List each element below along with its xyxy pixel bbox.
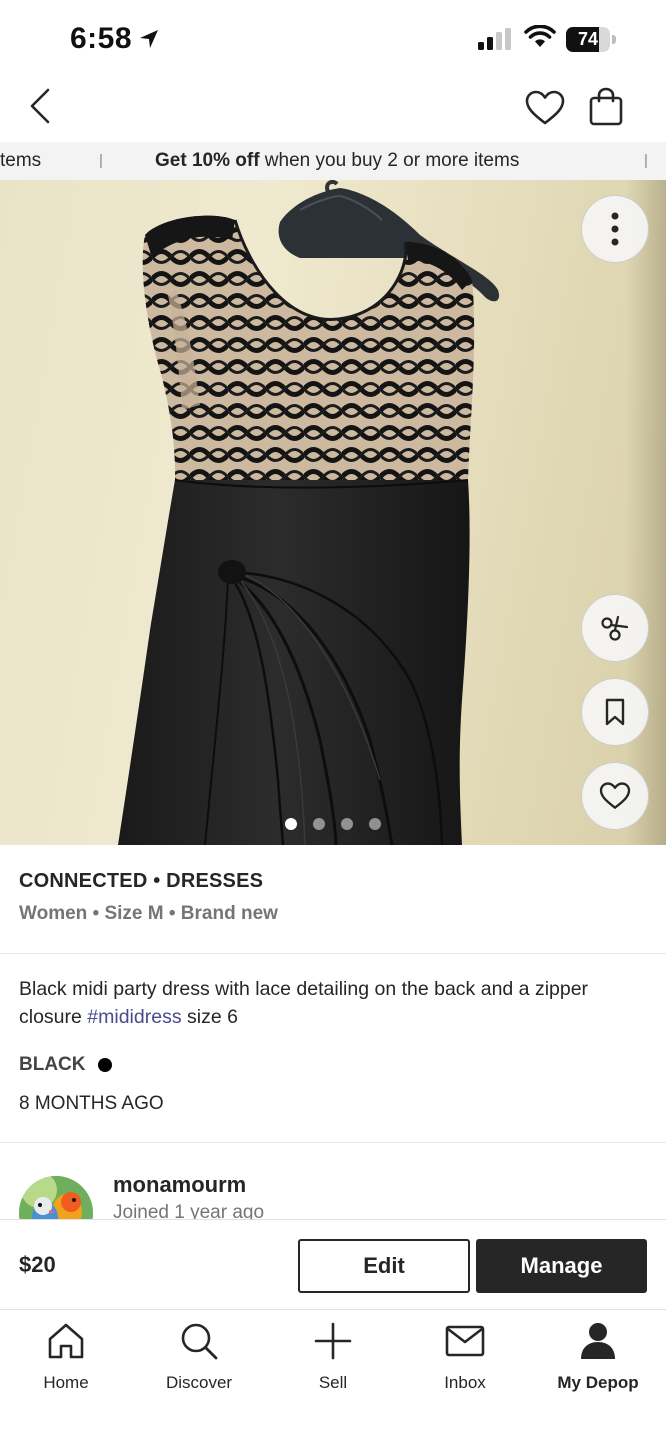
product-attributes: Women • Size M • Brand new — [19, 903, 278, 924]
seller-username[interactable]: monamourm — [113, 1172, 246, 1198]
tab-label: My Depop — [557, 1373, 639, 1392]
tab-discover[interactable]: Discover — [139, 1319, 259, 1393]
scissors-icon — [601, 615, 629, 641]
promo-separator: | — [99, 152, 103, 169]
divider — [0, 1142, 666, 1143]
parrots-avatar-image — [19, 1176, 93, 1220]
battery-indicator: 74 — [566, 27, 616, 52]
promo-previous-fragment: tems — [0, 150, 42, 171]
tab-my-depop[interactable]: My Depop — [538, 1319, 658, 1393]
tab-label: Sell — [318, 1373, 348, 1392]
location-arrow-icon — [140, 30, 158, 48]
seller-avatar[interactable] — [19, 1176, 93, 1220]
heart-icon — [525, 90, 565, 125]
shopping-bag-icon — [589, 87, 623, 126]
divider — [0, 953, 666, 954]
seller-joined: Joined 1 year ago — [113, 1202, 265, 1220]
promo-banner[interactable]: tems | Get 10% off when you buy 2 or mor… — [0, 142, 666, 180]
wifi-icon — [524, 25, 556, 47]
hashtag-link[interactable]: #mididress — [87, 1006, 181, 1028]
promo-highlight: Get 10% off — [155, 150, 260, 171]
save-item-button[interactable] — [581, 678, 649, 746]
tab-inbox[interactable]: Inbox — [405, 1319, 525, 1393]
pagination-dot[interactable] — [285, 818, 297, 830]
pagination-dot[interactable] — [341, 818, 353, 830]
purchase-bar: $20 Edit Manage — [0, 1219, 666, 1310]
price: $20 — [19, 1252, 56, 1277]
promo-rest: when you buy 2 or more items — [259, 150, 520, 171]
more-vertical-icon — [611, 212, 619, 246]
image-shadow — [626, 180, 666, 845]
product-image-gallery[interactable] — [0, 180, 666, 845]
bookmark-icon — [605, 698, 625, 726]
seller-row[interactable]: monamourm Joined 1 year ago — [0, 1160, 666, 1220]
similar-items-button[interactable] — [581, 594, 649, 662]
home-icon — [48, 1323, 84, 1359]
battery-percent: 74 — [577, 29, 599, 49]
tab-label: Home — [43, 1373, 89, 1392]
wishlist-button[interactable] — [522, 86, 568, 130]
more-options-button[interactable] — [581, 195, 649, 263]
tab-sell[interactable]: Sell — [273, 1319, 393, 1393]
plus-icon — [314, 1322, 352, 1360]
status-bar: 6:58 74 — [0, 0, 666, 78]
product-description: Black midi party dress with lace detaili… — [19, 975, 647, 1031]
tab-label: Discover — [165, 1373, 233, 1392]
manage-button[interactable]: Manage — [476, 1239, 647, 1293]
heart-icon — [599, 782, 631, 809]
like-button[interactable] — [581, 762, 649, 830]
dress-illustration — [118, 215, 475, 845]
color-row: BLACK — [19, 1054, 112, 1076]
chevron-left-icon — [30, 88, 50, 124]
mail-icon — [445, 1325, 485, 1357]
search-icon — [181, 1323, 218, 1360]
brand-category[interactable]: CONNECTED • DRESSES — [19, 870, 647, 893]
promo-message: Get 10% off when you buy 2 or more items — [155, 142, 519, 180]
posted-time: 8 MONTHS AGO — [19, 1093, 164, 1114]
bottom-tab-bar: Home Discover Sell Inbox My Depop — [0, 1311, 666, 1440]
shopping-bag-button[interactable] — [584, 84, 628, 130]
tab-label: Inbox — [444, 1373, 486, 1392]
back-button[interactable] — [18, 82, 62, 130]
promo-separator: | — [644, 152, 648, 169]
pagination-dot[interactable] — [313, 818, 325, 830]
description-text: size 6 — [181, 1006, 238, 1028]
color-swatch — [97, 1058, 112, 1072]
tab-home[interactable]: Home — [6, 1319, 126, 1393]
cellular-signal-icon — [478, 28, 511, 50]
edit-button[interactable]: Edit — [298, 1239, 470, 1293]
pagination-dot[interactable] — [369, 818, 381, 830]
product-info: CONNECTED • DRESSES Women • Size M • Bra… — [19, 870, 647, 925]
status-time: 6:58 — [70, 22, 133, 55]
profile-icon — [581, 1323, 615, 1359]
color-label: BLACK — [19, 1054, 86, 1075]
nav-header — [0, 78, 666, 142]
gallery-pagination — [285, 818, 381, 830]
